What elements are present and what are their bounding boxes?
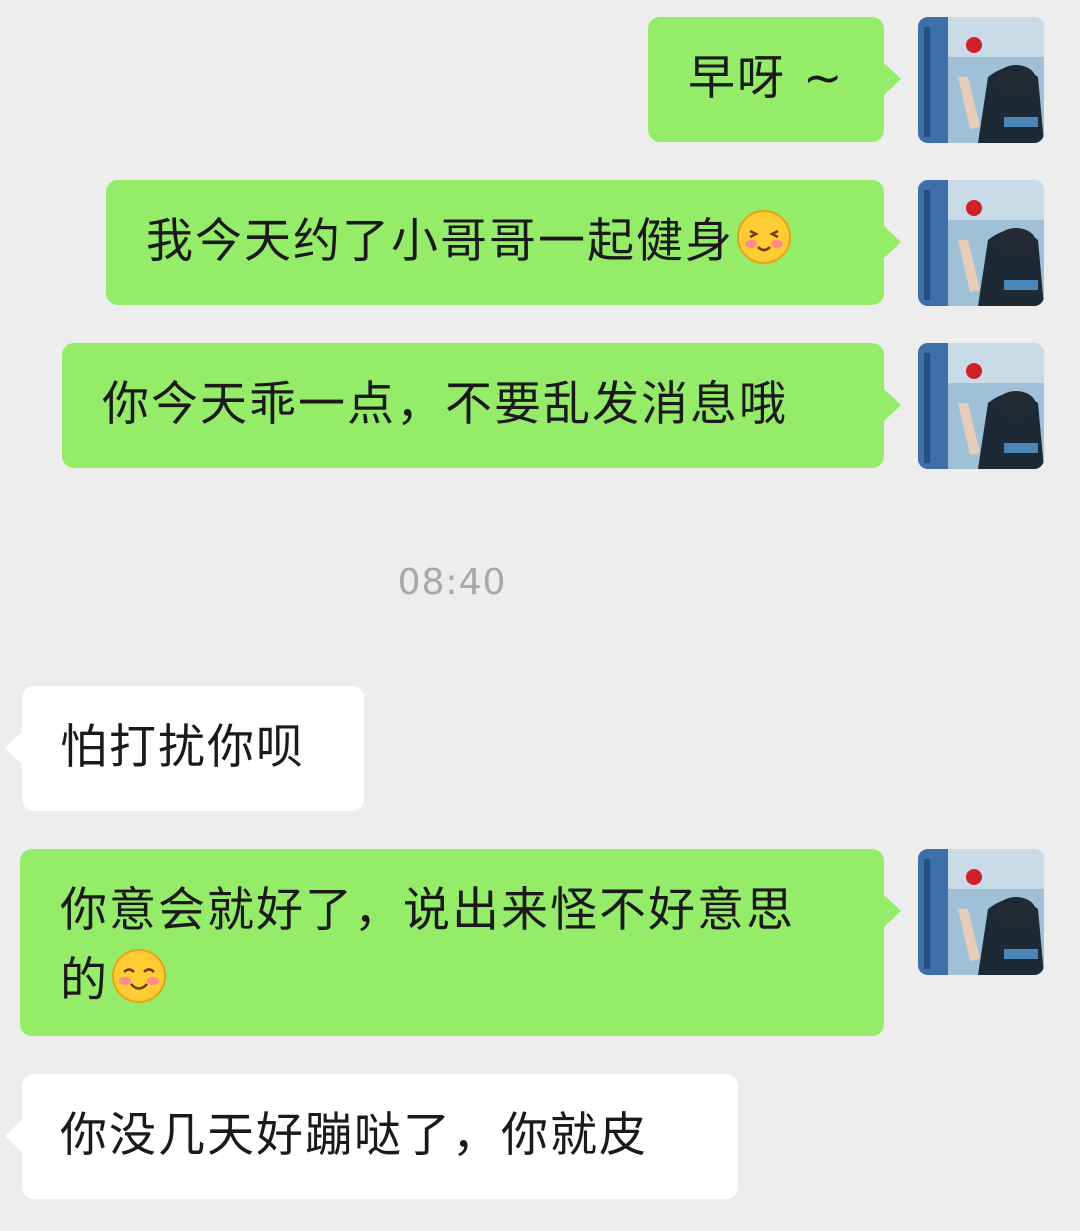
- user-avatar-photo-icon: [918, 17, 1044, 143]
- avatar[interactable]: [918, 849, 1044, 975]
- message-text: 我今天约了小哥哥一起健身: [146, 214, 734, 269]
- message-text: 早呀 ~: [688, 51, 845, 106]
- message-bubble-6[interactable]: 你没几天好蹦哒了，你就皮: [5, 1074, 738, 1199]
- message-text-line-2: 的: [60, 946, 884, 1016]
- message-bubble-3[interactable]: 你今天乖一点，不要乱发消息哦: [62, 343, 901, 468]
- message-text: 你今天乖一点，不要乱发消息哦: [102, 377, 788, 432]
- user-avatar-photo-icon: [918, 343, 1044, 469]
- message-timestamp: 08:40: [397, 562, 507, 603]
- user-avatar-photo-icon: [918, 849, 1044, 975]
- message-bubble-2[interactable]: 我今天约了小哥哥一起健身: [106, 180, 901, 305]
- smiling-blush-face-emoji-icon: [111, 948, 167, 1004]
- message-text: 你没几天好蹦哒了，你就皮: [60, 1108, 648, 1163]
- message-bubble-1[interactable]: 早呀 ~: [648, 17, 901, 142]
- avatar[interactable]: [918, 343, 1044, 469]
- avatar[interactable]: [918, 17, 1044, 143]
- message-text: 怕打扰你呗: [60, 720, 305, 775]
- message-bubble-4[interactable]: 怕打扰你呗: [5, 686, 364, 811]
- message-text-line-2-text: 的: [60, 953, 109, 1008]
- message-bubble-5[interactable]: 你意会就好了，说出来怪不好意思 的: [20, 849, 901, 1036]
- shy-smiling-face-emoji-icon: [736, 209, 792, 265]
- avatar[interactable]: [918, 180, 1044, 306]
- message-text-line-1: 你意会就好了，说出来怪不好意思: [60, 883, 795, 938]
- user-avatar-photo-icon: [918, 180, 1044, 306]
